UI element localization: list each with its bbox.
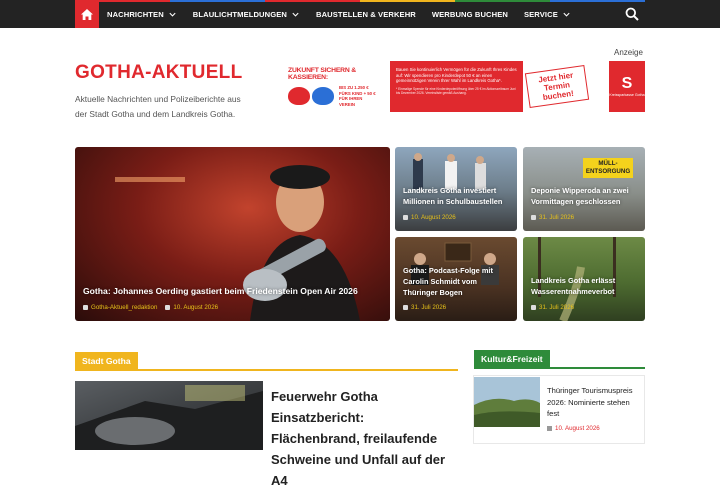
home-button[interactable] xyxy=(75,0,99,28)
grid-article-4[interactable]: Landkreis Gotha erlässt Wasserentnahmeve… xyxy=(523,237,645,321)
menu-item-nachrichten[interactable]: NACHRICHTEN xyxy=(107,10,177,19)
grid-date-3: 31. Juli 2026 xyxy=(411,304,447,311)
culture-post[interactable]: Thüringer Tourismuspreis 2026: Nominiert… xyxy=(473,375,645,444)
culture-post-meta: 10. August 2026 xyxy=(547,425,600,432)
grid-meta-2: 31. Juli 2026 xyxy=(531,214,574,221)
piggy-bank-icon xyxy=(288,87,310,105)
chevron-down-icon xyxy=(563,12,570,17)
menu-item-blaulichtmeldungen[interactable]: BLAULICHTMELDUNGEN xyxy=(193,10,300,19)
hero-article[interactable]: Gotha: Johannes Oerding gastiert beim Fr… xyxy=(75,147,390,321)
grid-meta-3: 31. Juli 2026 xyxy=(403,304,446,311)
hero-title[interactable]: Gotha: Johannes Oerding gastiert beim Fr… xyxy=(83,286,382,297)
menu-label: BLAULICHTMELDUNGEN xyxy=(192,9,287,19)
user-icon xyxy=(83,305,88,310)
ad-bonus: BIS ZU 1.250 € FÜRS KIND + 50 € FÜR IHRE… xyxy=(339,85,376,107)
grid-article-1[interactable]: Landkreis Gotha investiert Millionen in … xyxy=(395,147,517,231)
section-divider-culture xyxy=(474,367,645,369)
chevron-down-icon xyxy=(292,12,299,17)
grid-meta-1: 10. August 2026 xyxy=(403,214,456,221)
section-divider-city xyxy=(75,369,458,371)
hero-author[interactable]: Gotha-Aktuell_redaktion xyxy=(91,304,157,311)
grid-meta-4: 31. Juli 2026 xyxy=(531,304,574,311)
menu-label: BAUSTELLEN & VERKEHR xyxy=(315,9,416,19)
culture-post-image xyxy=(474,377,540,427)
hero-meta: Gotha-Aktuell_redaktion 10. August 2026 xyxy=(83,304,218,311)
grid-date-1: 10. August 2026 xyxy=(411,214,456,221)
site-tagline: Aktuelle Nachrichten und Polizeiberichte… xyxy=(75,94,241,119)
grid-article-3[interactable]: Gotha: Podcast-Folge mit Carolin Schmidt… xyxy=(395,237,517,321)
calendar-icon xyxy=(403,215,408,220)
ad-promo: ZUKUNFT SICHERN & KASSIEREN: BIS ZU 1.25… xyxy=(287,61,390,112)
section-heading-kultur-freizeit[interactable]: Kultur&Freizeit xyxy=(474,350,550,368)
grid-title-3[interactable]: Gotha: Podcast-Folge mit Carolin Schmidt… xyxy=(403,265,509,298)
grid-badge-2: MÜLL-ENTSORGUNG xyxy=(583,158,633,178)
calendar-icon xyxy=(531,215,536,220)
menu-label: NACHRICHTEN xyxy=(107,9,164,19)
piggy-bank-icon xyxy=(312,87,334,105)
calendar-icon xyxy=(547,426,552,431)
calendar-icon xyxy=(403,305,408,310)
section-heading-stadt-gotha[interactable]: Stadt Gotha xyxy=(75,352,138,370)
culture-post-title[interactable]: Thüringer Tourismuspreis 2026: Nominiert… xyxy=(547,385,639,420)
sparkasse-logo: S Kreissparkasse Gotha xyxy=(609,61,645,112)
grid-title-2[interactable]: Deponie Wipperoda an zwei Vormittagen ge… xyxy=(531,185,637,207)
featured-article-image[interactable] xyxy=(75,381,263,450)
featured-image xyxy=(75,385,263,450)
top-navigation-bar: NACHRICHTEN BLAULICHTMELDUNGEN BAUSTELLE… xyxy=(0,0,720,28)
search-icon[interactable] xyxy=(625,7,639,21)
calendar-icon xyxy=(165,305,171,310)
menu-label: WERBUNG BUCHEN xyxy=(431,9,508,19)
grid-title-1[interactable]: Landkreis Gotha investiert Millionen in … xyxy=(403,185,509,207)
grid-article-2[interactable]: MÜLL-ENTSORGUNG Deponie Wipperoda an zwe… xyxy=(523,147,645,231)
ad-headline: ZUKUNFT SICHERN & KASSIEREN: xyxy=(288,67,356,81)
grid-date-4: 31. Juli 2026 xyxy=(539,304,575,311)
calendar-icon xyxy=(531,305,536,310)
menu-label: SERVICE xyxy=(523,9,558,19)
ad-footnote: * Einmalige Spende für eine Kinderdepote… xyxy=(396,86,516,95)
menu-item-baustellen[interactable]: BAUSTELLEN & VERKEHR xyxy=(316,10,416,19)
sparkasse-s-icon: S xyxy=(621,75,633,93)
featured-article-title[interactable]: Feuerwehr Gotha Einsatzbericht: Flächenb… xyxy=(271,386,456,491)
main-menu: NACHRICHTEN BLAULICHTMELDUNGEN BAUSTELLE… xyxy=(107,0,587,28)
ad-cta-stamp: Jetzt hier Termin buchen! xyxy=(524,64,590,109)
culture-post-date: 10. August 2026 xyxy=(555,425,600,432)
ad-cta[interactable]: Jetzt hier Termin buchen! xyxy=(523,61,591,112)
menu-item-werbung[interactable]: WERBUNG BUCHEN xyxy=(432,10,508,19)
ad-text-box: Bauen Sie kontinuierlich Vermögen für di… xyxy=(390,61,523,112)
grid-title-4[interactable]: Landkreis Gotha erlässt Wasserentnahmeve… xyxy=(531,275,637,297)
grid-date-2: 31. Juli 2026 xyxy=(539,214,575,221)
site-title[interactable]: GOTHA-AKTUELL xyxy=(75,62,243,84)
hero-date: 10. August 2026 xyxy=(173,304,219,311)
menu-item-service[interactable]: SERVICE xyxy=(524,10,571,19)
home-icon xyxy=(81,8,93,20)
ad-label: Anzeige xyxy=(614,48,643,57)
advertisement-banner[interactable]: ZUKUNFT SICHERN & KASSIEREN: BIS ZU 1.25… xyxy=(287,61,645,112)
ad-body: Bauen Sie kontinuierlich Vermögen für di… xyxy=(396,67,517,84)
chevron-down-icon xyxy=(169,12,176,17)
bank-name: Kreissparkasse Gotha xyxy=(609,93,645,98)
